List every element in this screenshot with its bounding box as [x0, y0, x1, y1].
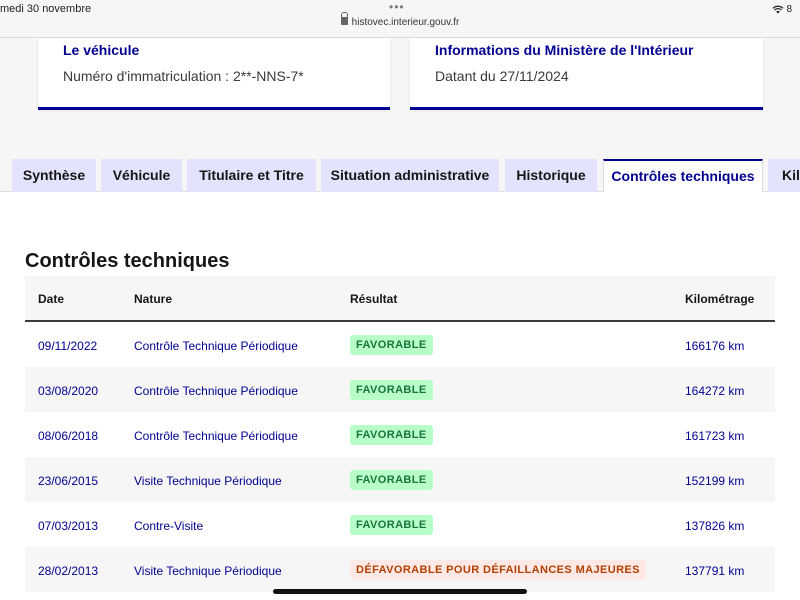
home-indicator[interactable] — [273, 589, 527, 594]
table-row: 09/11/2022 Contrôle Technique Périodique… — [25, 322, 775, 367]
tab-kilometrage[interactable]: Kilo — [768, 159, 800, 192]
tab-bar: Synthèse Véhicule Titulaire et Titre Sit… — [0, 159, 800, 193]
table-row: 07/03/2013 Contre-Visite FAVORABLE 13782… — [25, 502, 775, 547]
tab-situation-administrative[interactable]: Situation administrative — [321, 159, 499, 192]
status-badge: FAVORABLE — [350, 335, 433, 355]
address-bar[interactable]: histovec.interieur.gouv.fr — [0, 12, 800, 28]
row-nature: Visite Technique Périodique — [134, 474, 282, 488]
table-row: 03/08/2020 Contrôle Technique Périodique… — [25, 367, 775, 412]
row-km: 164272 km — [685, 384, 745, 398]
inspections-table: Date Nature Résultat Kilométrage 09/11/2… — [25, 276, 775, 592]
status-badge: FAVORABLE — [350, 515, 433, 535]
tab-titulaire[interactable]: Titulaire et Titre — [187, 159, 316, 192]
table-row: 23/06/2015 Visite Technique Périodique F… — [25, 457, 775, 502]
section-title: Contrôles techniques — [25, 250, 230, 272]
lock-icon — [340, 12, 348, 25]
row-date: 09/11/2022 — [38, 339, 98, 353]
tab-synthese[interactable]: Synthèse — [12, 159, 96, 192]
header-date: Date — [38, 292, 65, 306]
ministry-card: Informations du Ministère de l'Intérieur… — [410, 38, 763, 110]
table-row: 08/06/2018 Contrôle Technique Périodique… — [25, 412, 775, 457]
status-time: medi 30 novembre — [0, 3, 92, 15]
row-date: 03/08/2020 — [38, 384, 99, 398]
status-bar: medi 30 novembre ••• histovec.interieur.… — [0, 0, 800, 38]
table-row: 28/02/2013 Visite Technique Périodique D… — [25, 547, 775, 592]
header-nature: Nature — [134, 292, 173, 306]
status-badge: DÉFAVORABLE POUR DÉFAILLANCES MAJEURES — [350, 560, 646, 580]
registration-number: Numéro d'immatriculation : 2**-NNS-7* — [63, 68, 304, 84]
tab-historique[interactable]: Historique — [505, 159, 597, 192]
row-date: 07/03/2013 — [38, 519, 99, 533]
battery-level: 8 — [786, 4, 792, 15]
url-text: histovec.interieur.gouv.fr — [351, 17, 460, 28]
data-date: Datant du 27/11/2024 — [435, 68, 569, 84]
content-panel: Contrôles techniques Date Nature Résulta… — [0, 192, 800, 600]
status-badge: FAVORABLE — [350, 380, 433, 400]
row-km: 137826 km — [685, 519, 745, 533]
row-date: 23/06/2015 — [38, 474, 99, 488]
status-badge: FAVORABLE — [350, 470, 433, 490]
row-km: 152199 km — [685, 474, 745, 488]
header-km: Kilométrage — [685, 292, 755, 306]
row-date: 08/06/2018 — [38, 429, 99, 443]
row-km: 161723 km — [685, 429, 745, 443]
wifi-icon: 8 — [772, 4, 792, 15]
table-header: Date Nature Résultat Kilométrage — [25, 276, 775, 322]
vehicle-card-title: Le véhicule — [63, 42, 140, 58]
more-icon[interactable]: ••• — [389, 0, 405, 14]
row-nature: Visite Technique Périodique — [134, 564, 282, 578]
row-nature: Contrôle Technique Périodique — [134, 339, 298, 353]
ministry-card-title: Informations du Ministère de l'Intérieur — [435, 42, 694, 58]
row-km: 137791 km — [685, 564, 745, 578]
row-nature: Contrôle Technique Périodique — [134, 384, 298, 398]
tab-controles-techniques[interactable]: Contrôles techniques — [603, 159, 763, 193]
row-nature: Contrôle Technique Périodique — [134, 429, 298, 443]
status-badge: FAVORABLE — [350, 425, 433, 445]
row-date: 28/02/2013 — [38, 564, 99, 578]
tab-vehicule[interactable]: Véhicule — [101, 159, 182, 192]
header-result: Résultat — [350, 292, 398, 306]
row-km: 166176 km — [685, 339, 745, 353]
vehicle-card: Le véhicule Numéro d'immatriculation : 2… — [38, 38, 390, 110]
row-nature: Contre-Visite — [134, 519, 204, 533]
